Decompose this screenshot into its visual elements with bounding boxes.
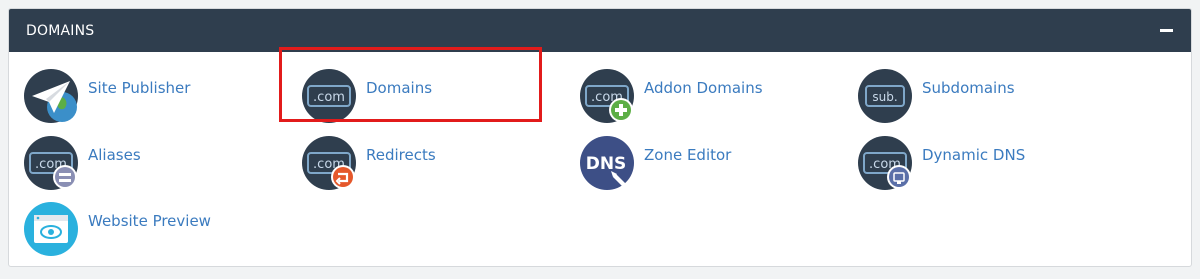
addon-domains-link[interactable]: .com Addon Domains [580,69,763,123]
dynamic-dns-link[interactable]: .com Dynamic DNS [858,136,1025,190]
redirects-label[interactable]: Redirects [366,146,436,164]
domains-icon: .com [302,69,356,123]
website-preview-link[interactable]: Website Preview [24,202,211,256]
collapse-icon[interactable] [1160,24,1174,38]
subdomains-label[interactable]: Subdomains [922,79,1015,97]
subdomains-icon: sub. [858,69,912,123]
website-preview-icon [24,202,78,256]
zone-editor-label[interactable]: Zone Editor [644,146,731,164]
redirects-icon: .com [302,136,356,190]
subdomains-link[interactable]: sub. Subdomains [858,69,1015,123]
addon-domains-icon: .com [580,69,634,123]
redirects-link[interactable]: .com Redirects [302,136,436,190]
aliases-icon: .com [24,136,78,190]
subdomains-icon-text: sub. [872,90,897,104]
site-publisher-label[interactable]: Site Publisher [88,79,190,97]
panel-header[interactable]: DOMAINS [9,9,1191,52]
aliases-label[interactable]: Aliases [88,146,141,164]
section-title: DOMAINS [26,22,95,39]
domains-link[interactable]: .com Domains [302,69,432,123]
zone-editor-link[interactable]: DNS Zone Editor [580,136,731,190]
zone-editor-icon: DNS [580,136,634,190]
domains-panel: DOMAINS Site Publisher .com Domains .com [8,8,1192,267]
dynamic-dns-label[interactable]: Dynamic DNS [922,146,1025,164]
dynamic-dns-icon: .com [858,136,912,190]
site-publisher-link[interactable]: Site Publisher [24,69,190,123]
website-preview-label[interactable]: Website Preview [88,212,211,230]
zone-editor-icon-text: DNS [586,154,627,174]
domains-label[interactable]: Domains [366,79,432,97]
domains-icon-text: .com [313,90,345,105]
site-publisher-icon [24,69,78,123]
addon-domains-label[interactable]: Addon Domains [644,79,763,97]
aliases-link[interactable]: .com Aliases [24,136,141,190]
